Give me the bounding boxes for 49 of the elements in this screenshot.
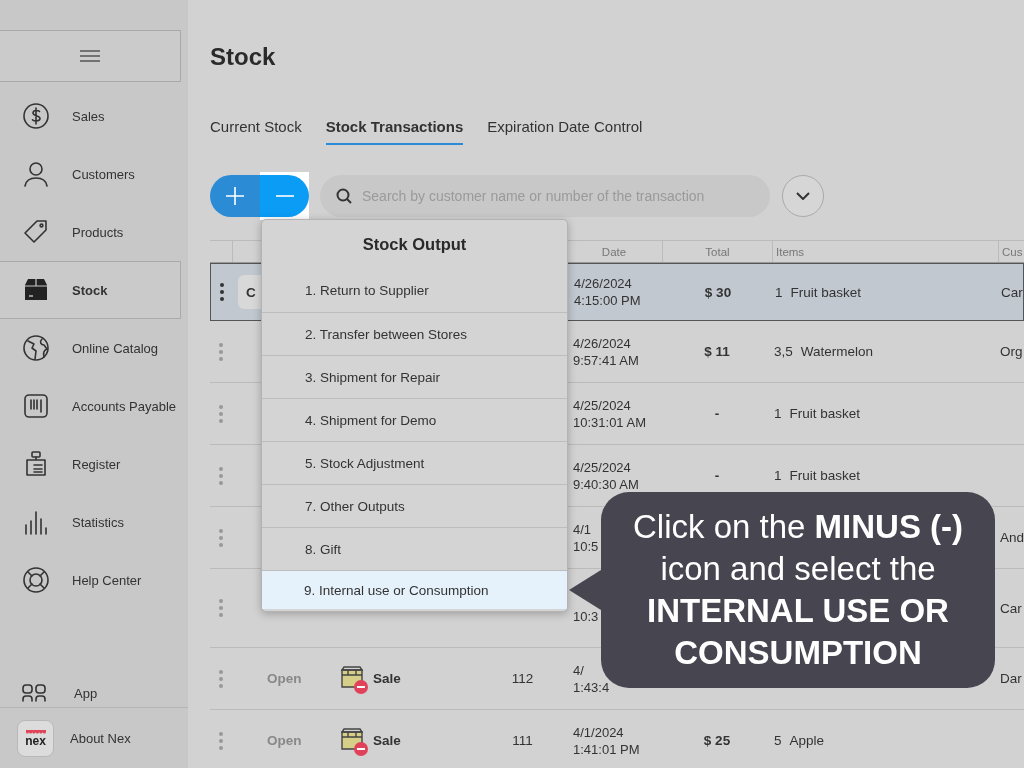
date-text: 4/25/2024 <box>573 396 631 414</box>
type-text: Sale <box>373 733 401 748</box>
column-header: Total <box>705 245 730 258</box>
column-header: Cus <box>1002 245 1023 258</box>
app-logo: nex <box>17 719 54 757</box>
table-cell: Car <box>1000 600 1022 616</box>
quantity-text: 1 <box>774 406 782 421</box>
callout-text: Click on the MINUS (-) icon and select the INTERNAL USE OR CONSUMPTION <box>631 507 965 673</box>
table-cell: And <box>1000 530 1024 545</box>
date-text: 4/25/2024 <box>573 458 631 476</box>
table-cell: - <box>714 406 720 421</box>
time-text: 1:41:01 PM <box>573 740 640 758</box>
quantity-text: 3,5 <box>774 344 793 359</box>
status-text: Open <box>267 733 302 748</box>
item-text: Fruit basket <box>789 406 861 421</box>
quantity-text: 1 <box>774 468 782 483</box>
time-text: 1:43:4 <box>573 678 610 696</box>
date-text: 4/26/2024 <box>574 275 632 292</box>
date-text: 4/26/2024 <box>573 334 631 352</box>
table-cell: $ 30 <box>704 284 732 300</box>
table-cell: - <box>714 468 720 483</box>
quantity-text: 5 <box>774 733 782 748</box>
item-text: Apple <box>789 733 825 748</box>
time-text: 10:31:01 AM <box>573 413 646 431</box>
column-header: Date <box>601 245 627 258</box>
table-cell: 112 <box>511 671 534 686</box>
item-text: Watermelon <box>800 344 874 359</box>
table-cell: Org <box>1000 344 1023 359</box>
item-text: Fruit basket <box>789 468 861 483</box>
time-text: 9:57:41 AM <box>573 351 639 369</box>
table-cell: Car <box>1001 284 1023 300</box>
page-title: Stock <box>210 42 277 72</box>
time-text: 10:5 <box>573 537 599 555</box>
time-text: 9:40:30 AM <box>573 475 639 493</box>
time-text: 10:3 <box>573 608 599 625</box>
column-header: Items <box>776 245 805 258</box>
menu-title: Stock Output <box>361 234 468 255</box>
date-text: 4/ <box>573 661 584 679</box>
table-cell: Dar <box>1000 671 1022 686</box>
date-text: 4/1 <box>573 520 592 538</box>
table-cell: $ 11 <box>704 344 730 359</box>
type-text: Sale <box>373 671 401 686</box>
status-text: Open <box>267 671 302 686</box>
time-text: 4:15:00 PM <box>574 292 641 309</box>
quantity-text: 1 <box>775 284 783 300</box>
table-cell: 111 <box>512 733 533 748</box>
date-text: 4/1/2024 <box>573 723 624 741</box>
table-cell: $ 25 <box>703 733 731 748</box>
item-text: Fruit basket <box>790 284 862 300</box>
